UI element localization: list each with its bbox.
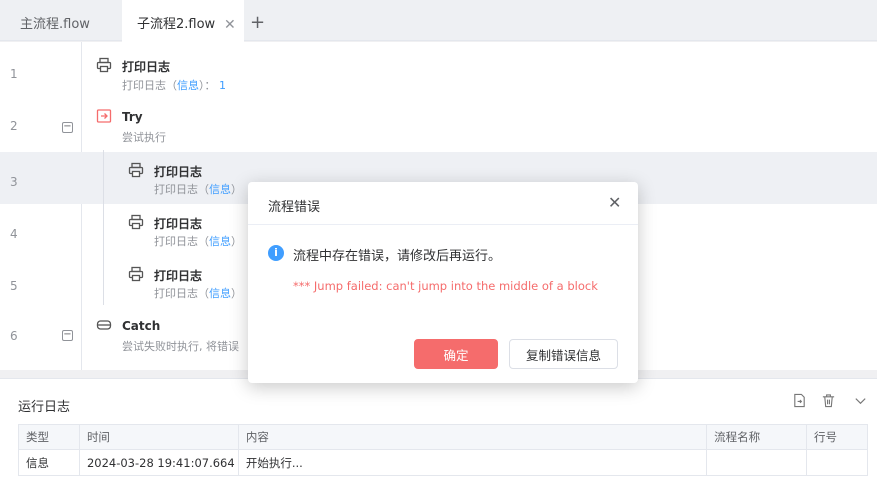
node-title: 打印日志 xyxy=(122,60,171,74)
log-table: 类型 时间 内容 流程名称 行号 信息 2024-03-28 19:41:07.… xyxy=(18,424,868,476)
node-subtitle: 打印日志（信息） xyxy=(154,287,242,300)
confirm-button[interactable]: 确定 xyxy=(414,339,498,369)
col-time[interactable]: 时间 xyxy=(78,424,239,450)
line-number: 4 xyxy=(10,227,18,241)
node-subtitle: 尝试失败时执行, 将错误 xyxy=(122,340,239,353)
node-title: Try xyxy=(122,110,143,124)
trash-icon[interactable] xyxy=(821,393,836,408)
node-subtitle: 打印日志（信息）： 1 xyxy=(122,79,226,92)
tab-label: 主流程.flow xyxy=(20,17,90,32)
close-icon[interactable]: ✕ xyxy=(608,193,621,212)
node-subtitle: 尝试执行 xyxy=(122,131,166,144)
cell-content: 开始执行... xyxy=(237,449,708,476)
tab-label: 子流程2.flow xyxy=(137,17,216,32)
node-subtitle: 打印日志（信息） xyxy=(154,183,242,196)
copy-error-button[interactable]: 复制错误信息 xyxy=(509,339,618,369)
collapse-toggle[interactable]: − xyxy=(62,330,73,341)
tab-subflow-2[interactable]: 子流程2.flow ✕ xyxy=(122,0,244,42)
col-line[interactable]: 行号 xyxy=(806,424,868,450)
tab-main-flow[interactable]: 主流程.flow xyxy=(20,0,90,42)
run-log-panel: 运行日志 类型 时间 内容 流程名称 行号 信息 2024-03-28 19:4… xyxy=(0,378,877,486)
line-number: 1 xyxy=(10,67,18,81)
collapse-toggle[interactable]: − xyxy=(62,122,73,133)
node-title: 打印日志 xyxy=(154,165,203,179)
cell-time: 2024-03-28 19:41:07.664 xyxy=(78,449,239,476)
export-icon[interactable] xyxy=(792,393,807,408)
line-number: 3 xyxy=(10,175,18,189)
dialog-title: 流程错误 xyxy=(268,200,321,215)
col-content[interactable]: 内容 xyxy=(237,424,708,450)
node-title: Catch xyxy=(122,319,161,333)
node-title: 打印日志 xyxy=(154,269,203,283)
table-row[interactable]: 信息 2024-03-28 19:41:07.664 开始执行... xyxy=(18,449,868,476)
node-title: 打印日志 xyxy=(154,217,203,231)
catch-block-icon xyxy=(96,320,112,330)
info-icon: i xyxy=(268,245,284,261)
error-detail: *** Jump failed: can't jump into the mid… xyxy=(293,279,598,293)
block-guide-line xyxy=(103,150,104,305)
table-header-row: 类型 时间 内容 流程名称 行号 xyxy=(18,424,868,450)
cell-type: 信息 xyxy=(18,449,80,476)
line-number: 6 xyxy=(10,329,18,343)
add-tab-icon[interactable]: + xyxy=(250,13,265,33)
flow-error-dialog: 流程错误 ✕ i 流程中存在错误，请修改后再运行。 *** Jump faile… xyxy=(248,182,638,383)
col-flow-name[interactable]: 流程名称 xyxy=(706,424,808,450)
try-block-icon xyxy=(96,109,112,123)
printer-icon xyxy=(96,57,112,73)
printer-icon xyxy=(128,214,144,230)
tab-bar: 主流程.flow 子流程2.flow ✕ + xyxy=(0,0,877,42)
dialog-message: 流程中存在错误，请修改后再运行。 xyxy=(293,249,502,264)
flow-row[interactable]: 2 − Try 尝试执行 xyxy=(0,94,877,146)
cell-line xyxy=(806,449,868,476)
printer-icon xyxy=(128,162,144,178)
line-number: 5 xyxy=(10,279,18,293)
flow-row[interactable]: 1 打印日志 打印日志（信息）： 1 xyxy=(0,42,877,94)
dialog-divider xyxy=(248,224,638,225)
chevron-down-icon[interactable] xyxy=(853,393,868,408)
printer-icon xyxy=(128,266,144,282)
cell-flow-name xyxy=(706,449,808,476)
log-panel-title: 运行日志 xyxy=(18,400,71,415)
col-type[interactable]: 类型 xyxy=(18,424,80,450)
line-number: 2 xyxy=(10,119,18,133)
node-subtitle: 打印日志（信息） xyxy=(154,235,242,248)
